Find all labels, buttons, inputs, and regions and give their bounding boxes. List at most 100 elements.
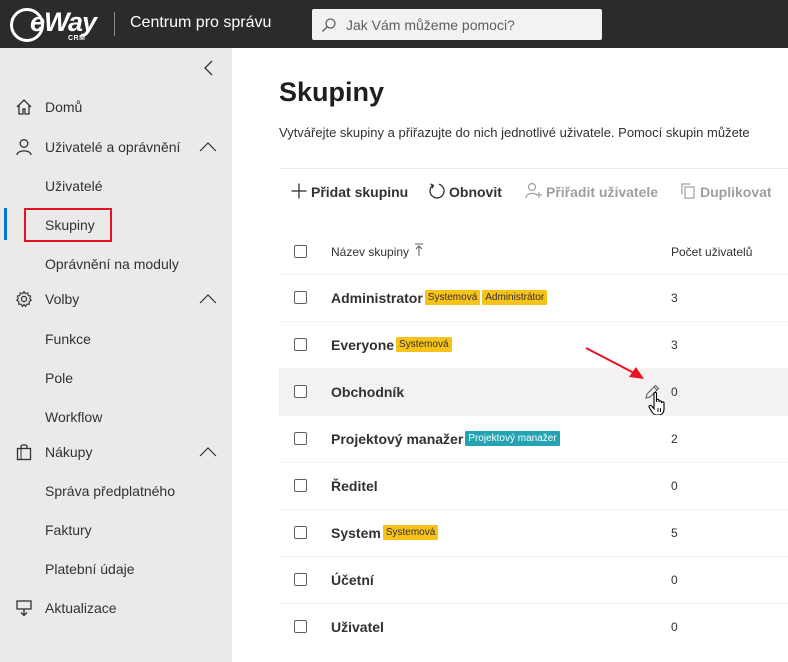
table-row[interactable]: System Systemová 5 — [279, 509, 788, 556]
duplicate-label: Duplikovat — [700, 184, 772, 200]
chevron-up-icon[interactable] — [199, 293, 217, 305]
column-header-user-count[interactable]: Počet uživatelů — [671, 245, 752, 259]
group-name-cell[interactable]: System Systemová — [331, 524, 439, 542]
chevron-up-icon[interactable] — [199, 446, 217, 458]
home-icon — [16, 99, 32, 115]
search-box[interactable]: Jak Vám můžeme pomoci? — [312, 9, 602, 40]
page-title: Skupiny — [279, 77, 385, 107]
chevron-up-icon[interactable] — [199, 141, 217, 153]
group-badge: Systemová — [382, 525, 439, 541]
row-checkbox[interactable] — [294, 291, 307, 304]
group-name: Obchodník — [331, 383, 405, 400]
table-header: Název skupiny Počet uživatelů — [279, 231, 788, 273]
collapse-sidebar-icon[interactable] — [199, 58, 219, 78]
header-divider — [114, 12, 115, 36]
column-header-name[interactable]: Název skupiny — [331, 245, 409, 259]
sidebar-item-label: Nákupy — [45, 444, 93, 460]
sidebar-item-updates[interactable]: Aktualizace — [0, 590, 232, 626]
user-count: 0 — [671, 620, 678, 634]
sidebar-item-label: Volby — [45, 291, 80, 307]
assign-user-label: Přiřadit uživatele — [546, 184, 659, 200]
row-checkbox[interactable] — [294, 385, 307, 398]
group-name-cell[interactable]: Obchodník — [331, 383, 404, 401]
group-name-cell[interactable]: Ředitel — [331, 477, 378, 495]
group-name-cell[interactable]: Projektový manažer Projektový manažer — [331, 430, 560, 448]
user-count: 5 — [671, 526, 678, 540]
refresh-label: Obnovit — [449, 184, 502, 200]
group-name: Everyone — [331, 336, 395, 353]
refresh-icon — [429, 183, 445, 199]
search-placeholder: Jak Vám můžeme pomoci? — [346, 17, 515, 33]
sidebar-subitem-module-permissions[interactable]: Oprávnění na moduly — [45, 256, 179, 272]
sidebar-item-purchases[interactable]: Nákupy — [0, 434, 232, 470]
user-count: 0 — [671, 385, 678, 399]
plus-icon — [291, 183, 307, 199]
table-row[interactable]: Projektový manažer Projektový manažer 2 — [279, 415, 788, 462]
add-group-label: Přidat skupinu — [311, 184, 409, 200]
row-checkbox[interactable] — [294, 338, 307, 351]
shopping-bag-icon — [16, 444, 32, 461]
sidebar-subitem-fields[interactable]: Pole — [45, 370, 73, 386]
add-user-icon — [525, 182, 542, 199]
user-count: 3 — [671, 338, 678, 352]
group-name-cell[interactable]: Everyone Systemová — [331, 336, 452, 354]
sidebar-item-home[interactable]: Domů — [0, 89, 232, 125]
row-checkbox[interactable] — [294, 620, 307, 633]
logo-text: eWay — [30, 7, 97, 37]
sort-ascending-icon[interactable] — [414, 243, 424, 257]
user-count: 0 — [671, 479, 678, 493]
sidebar-subitem-functions[interactable]: Funkce — [45, 331, 91, 347]
update-icon — [16, 600, 32, 617]
copy-icon — [681, 183, 695, 199]
group-badge: Projektový manažer — [465, 431, 560, 447]
group-badge: Systemová — [396, 337, 452, 353]
table-row[interactable]: Everyone Systemová 3 — [279, 321, 788, 368]
active-indicator — [4, 208, 7, 240]
sidebar-item-label: Uživatelé a oprávnění — [45, 139, 181, 155]
sidebar-subitem-users[interactable]: Uživatelé — [45, 178, 103, 194]
table-row[interactable]: Uživatel 0 — [279, 603, 788, 650]
group-name: Administrator — [331, 289, 423, 306]
group-badge: Systemová — [424, 290, 481, 306]
sidebar-subitem-invoices[interactable]: Faktury — [45, 522, 92, 538]
page-description: Vytvářejte skupiny a přiřazujte do nich … — [279, 125, 750, 140]
sidebar-subitem-subscription[interactable]: Správa předplatného — [45, 483, 175, 499]
main-content: Skupiny Vytvářejte skupiny a přiřazujte … — [232, 48, 788, 662]
row-checkbox[interactable] — [294, 432, 307, 445]
toolbar-divider — [279, 168, 788, 169]
row-checkbox[interactable] — [294, 573, 307, 586]
group-name-cell[interactable]: Uživatel — [331, 618, 384, 636]
group-name: Uživatel — [331, 618, 384, 635]
group-badge: Administrátor — [482, 290, 548, 306]
gear-icon — [15, 290, 33, 308]
sidebar-item-options[interactable]: Volby — [0, 281, 232, 317]
user-count: 2 — [671, 432, 678, 446]
group-name: Ředitel — [331, 477, 378, 494]
table-row[interactable]: Administrator Systemová Administrátor 3 — [279, 274, 788, 321]
group-name-cell[interactable]: Účetní — [331, 571, 374, 589]
group-name: System — [331, 524, 381, 541]
group-name: Projektový manažer — [331, 430, 464, 447]
user-icon — [16, 139, 32, 156]
sidebar-subitem-payment-details[interactable]: Platební údaje — [45, 561, 135, 577]
row-checkbox[interactable] — [294, 526, 307, 539]
eway-logo[interactable]: eWay CRM — [8, 5, 98, 45]
sidebar-subitem-groups[interactable]: Skupiny — [45, 217, 95, 233]
sidebar-item-users-permissions[interactable]: Uživatelé a oprávnění — [0, 129, 232, 165]
sidebar-item-label: Domů — [45, 99, 83, 115]
table-row[interactable]: Ředitel 0 — [279, 462, 788, 509]
table-row[interactable]: Obchodník 0 — [279, 368, 788, 416]
sidebar-subitem-workflow[interactable]: Workflow — [45, 409, 102, 425]
logo-subtext: CRM — [68, 35, 86, 42]
sidebar-item-label: Aktualizace — [45, 600, 117, 616]
select-all-checkbox[interactable] — [294, 245, 307, 258]
row-checkbox[interactable] — [294, 479, 307, 492]
search-icon — [322, 18, 336, 32]
group-name-cell[interactable]: Administrator Systemová Administrátor — [331, 289, 548, 307]
user-count: 0 — [671, 573, 678, 587]
red-arrow-annotation — [585, 347, 644, 379]
table-row[interactable]: Účetní 0 — [279, 556, 788, 603]
user-count: 3 — [671, 291, 678, 305]
sidebar: Domů Uživatelé a oprávnění Uživatelé Sku… — [0, 48, 232, 662]
hand-cursor-icon — [648, 391, 665, 416]
